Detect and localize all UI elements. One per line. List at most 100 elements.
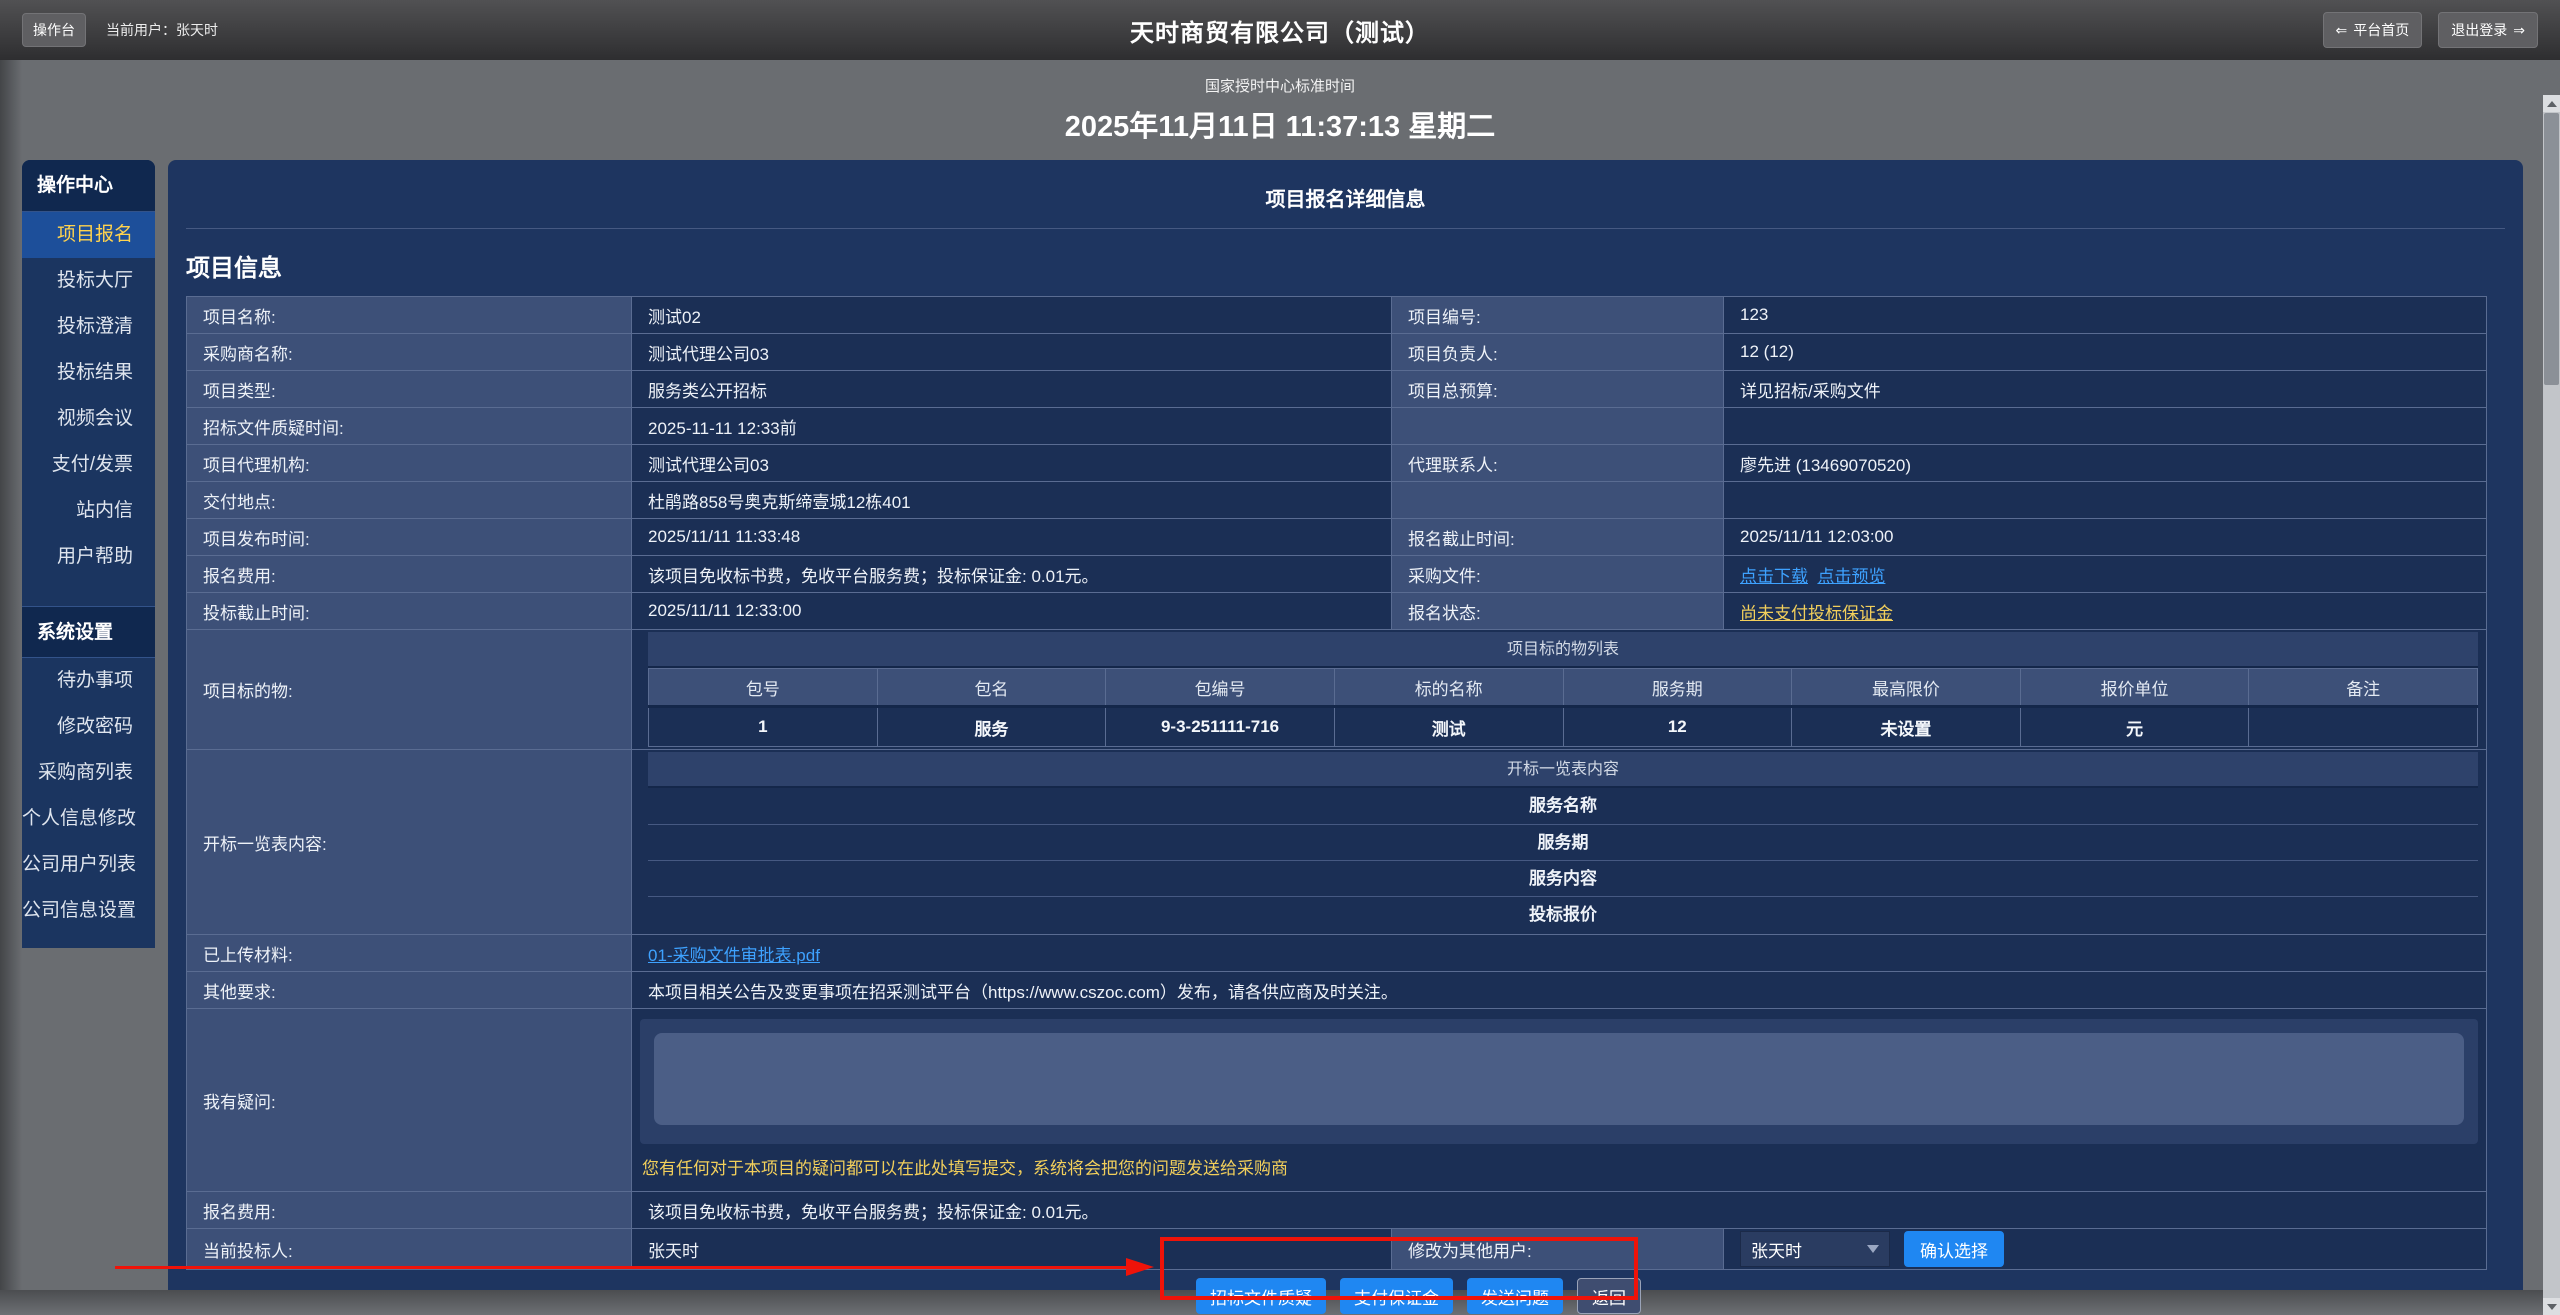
open-bid-row: 服务名称 (648, 788, 2478, 824)
field-label: 交付地点: (187, 482, 632, 519)
field-label: 已上传材料: (187, 935, 632, 972)
cell: 9-3-251111-716 (1106, 707, 1335, 747)
sidebar-item-profile-edit[interactable]: 个人信息修改 (22, 796, 155, 842)
current-bidder-value: 张天时 (632, 1229, 1392, 1270)
bidder-select[interactable]: 张天时 (1740, 1231, 1890, 1267)
field-label: 项目发布时间: (187, 519, 632, 556)
field-value: 2025-11-11 12:33前 (632, 408, 1392, 445)
field-value: 12 (12) (1724, 334, 2487, 371)
col-header: 备注 (2249, 669, 2478, 707)
section-title: 项目信息 (186, 248, 2505, 283)
col-header: 标的名称 (1334, 669, 1563, 707)
left-edge-shadow (0, 60, 22, 1315)
field-label: 投标截止时间: (187, 593, 632, 630)
field-value (1724, 482, 2487, 519)
field-label: 修改为其他用户: (1392, 1229, 1724, 1270)
sidebar-item-bid-hall[interactable]: 投标大厅 (22, 258, 155, 304)
field-value: 服务类公开招标 (632, 371, 1392, 408)
inquiry-button[interactable]: 招标文件质疑 (1196, 1278, 1326, 1314)
fee-text: 该项目免收标书费，免收平台服务费；投标保证金: 0.01元。 (632, 1192, 2487, 1229)
sidebar-item-company-users[interactable]: 公司用户列表 (22, 842, 155, 888)
question-box (640, 1019, 2478, 1144)
open-bid-row: 投标报价 (648, 896, 2478, 932)
cell: 12 (1563, 707, 1792, 747)
cell: 测试 (1334, 707, 1563, 747)
col-header: 服务期 (1563, 669, 1792, 707)
table-row: 项目名称: 测试02 项目编号: 123 (187, 297, 2487, 334)
chevron-down-icon (1867, 1245, 1879, 1253)
datetime-text: 2025年11月11日 11:37:13 星期二 (1065, 103, 1495, 145)
field-label: 项目总预算: (1392, 371, 1724, 408)
actions-bar: 招标文件质疑 支付保证金 发送问题 返回 (186, 1270, 2505, 1315)
download-link[interactable]: 点击下载 (1740, 567, 1808, 586)
sidebar-item-todo[interactable]: 待办事项 (22, 658, 155, 704)
field-label: 报名状态: (1392, 593, 1724, 630)
topbar-actions: ⇐ 平台首页 退出登录 ⇒ (2323, 12, 2538, 48)
top-bar: 操作台 当前用户：张天时 天时商贸有限公司（测试） ⇐ 平台首页 退出登录 ⇒ (0, 0, 2560, 60)
confirm-select-button[interactable]: 确认选择 (1904, 1231, 2004, 1267)
open-bid-caption: 开标一览表内容 (648, 752, 2478, 788)
logout-button[interactable]: 退出登录 ⇒ (2438, 12, 2538, 48)
sidebar-item-user-help[interactable]: 用户帮助 (22, 534, 155, 580)
field-value: 2025/11/11 11:33:48 (632, 519, 1392, 556)
bid-items-data-row: 1 服务 9-3-251111-716 测试 12 未设置 元 (649, 707, 2478, 747)
col-header: 包号 (649, 669, 878, 707)
scroll-up-button[interactable] (2543, 95, 2560, 112)
scrollbar-thumb[interactable] (2544, 113, 2559, 385)
field-label: 报名截止时间: (1392, 519, 1724, 556)
current-user-label: 当前用户：张天时 (106, 20, 218, 40)
bid-items-table: 包号 包名 包编号 标的名称 服务期 最高限价 报价单位 备注 1 服务 9-3… (648, 668, 2478, 747)
col-header: 包名 (877, 669, 1106, 707)
sidebar-item-change-password[interactable]: 修改密码 (22, 704, 155, 750)
question-hint: 您有任何对于本项目的疑问都可以在此处填写提交，系统将会把您的问题发送给采购商 (632, 1144, 2486, 1191)
table-row: 项目发布时间: 2025/11/11 11:33:48 报名截止时间: 2025… (187, 519, 2487, 556)
send-question-button[interactable]: 发送问题 (1467, 1278, 1563, 1314)
field-value: 测试02 (632, 297, 1392, 334)
table-row-open-bid: 开标一览表内容: 开标一览表内容 服务名称 服务期 服务内容 投标报价 (187, 750, 2487, 935)
field-label: 项目负责人: (1392, 334, 1724, 371)
table-row: 项目代理机构: 测试代理公司03 代理联系人: 廖先进 (13469070520… (187, 445, 2487, 482)
vertical-scrollbar[interactable] (2543, 95, 2560, 1315)
project-info-table: 项目名称: 测试02 项目编号: 123 采购商名称: 测试代理公司03 项目负… (186, 296, 2487, 1270)
field-label: 招标文件质疑时间: (187, 408, 632, 445)
sidebar-item-purchaser-list[interactable]: 采购商列表 (22, 750, 155, 796)
sidebar-section-settings: 系统设置 (22, 606, 155, 658)
field-value: 详见招标/采购文件 (1724, 371, 2487, 408)
pay-deposit-button[interactable]: 支付保证金 (1340, 1278, 1453, 1314)
field-label: 当前投标人: (187, 1229, 632, 1270)
sidebar-item-bid-results[interactable]: 投标结果 (22, 350, 155, 396)
field-value: 测试代理公司03 (632, 334, 1392, 371)
console-button[interactable]: 操作台 (22, 13, 86, 47)
triangle-down-icon (2547, 1304, 2557, 1310)
bidder-select-value: 张天时 (1751, 1237, 1802, 1262)
sidebar-item-project-signup[interactable]: 项目报名 (22, 212, 155, 258)
field-label: 我有疑问: (187, 1009, 632, 1192)
table-row: 交付地点: 杜鹃路858号奥克斯缔壹城12栋401 (187, 482, 2487, 519)
sidebar-item-company-settings[interactable]: 公司信息设置 (22, 888, 155, 934)
field-label: 报名费用: (187, 1192, 632, 1229)
field-label: 项目代理机构: (187, 445, 632, 482)
sidebar-section-operations: 操作中心 (22, 160, 155, 212)
sidebar-item-site-message[interactable]: 站内信 (22, 488, 155, 534)
cell: 未设置 (1792, 707, 2021, 747)
sidebar-item-video-meeting[interactable]: 视频会议 (22, 396, 155, 442)
field-value: 测试代理公司03 (632, 445, 1392, 482)
table-row-uploaded: 已上传材料: 01-采购文件审批表.pdf (187, 935, 2487, 972)
question-textarea[interactable] (654, 1033, 2464, 1125)
platform-home-button[interactable]: ⇐ 平台首页 (2323, 12, 2423, 48)
back-button[interactable]: 返回 (1577, 1278, 1641, 1314)
table-row: 采购商名称: 测试代理公司03 项目负责人: 12 (12) (187, 334, 2487, 371)
signup-status-link[interactable]: 尚未支付投标保证金 (1740, 604, 1893, 623)
sidebar-item-payment-invoice[interactable]: 支付/发票 (22, 442, 155, 488)
logout-label: 退出登录 (2451, 20, 2507, 40)
other-requirements-text: 本项目相关公告及变更事项在招采测试平台（https://www.cszoc.co… (632, 972, 2487, 1009)
field-label (1392, 408, 1724, 445)
field-label: 其他要求: (187, 972, 632, 1009)
uploaded-file-link[interactable]: 01-采购文件审批表.pdf (648, 946, 820, 965)
scroll-down-button[interactable] (2543, 1298, 2560, 1315)
preview-link[interactable]: 点击预览 (1817, 567, 1885, 586)
open-bid-row: 服务期 (648, 824, 2478, 860)
left-arrow-icon: ⇐ (2336, 22, 2348, 39)
sidebar-item-bid-clarification[interactable]: 投标澄清 (22, 304, 155, 350)
platform-home-label: 平台首页 (2353, 20, 2409, 40)
